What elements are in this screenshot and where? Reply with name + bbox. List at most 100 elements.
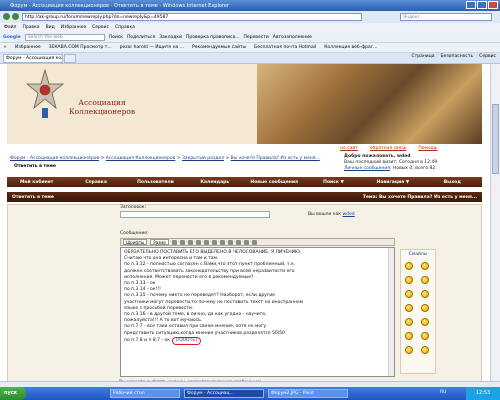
favorites-label[interactable]: Избранное (15, 45, 41, 50)
underline-icon[interactable] (195, 239, 201, 245)
menu-favorites[interactable]: Избранное (61, 25, 87, 30)
taskbar: пуск Рабочий стол Форум - Ассоциац... Фо… (0, 387, 500, 400)
align-left-icon[interactable] (203, 239, 209, 245)
menu-tools[interactable]: Сервис (92, 25, 109, 30)
nav-navigation[interactable]: Навигация ▼ (363, 180, 422, 185)
favorite-link[interactable]: pezar harold — Ищите на ... (120, 45, 184, 50)
google-translate-button[interactable]: Перевести (244, 35, 269, 40)
nav-search[interactable]: Поиск ▼ (304, 180, 363, 185)
smiley-icon[interactable] (405, 290, 413, 298)
back-icon[interactable] (3, 13, 10, 20)
forward-icon[interactable] (12, 13, 19, 20)
smiley-icon[interactable] (421, 318, 429, 326)
url-input[interactable]: http://ak-group.ru/forum/newreply.php?do… (22, 13, 362, 21)
google-search-button[interactable]: Поиск (109, 35, 123, 40)
new-tab-button[interactable] (64, 53, 76, 63)
smiley-icon[interactable] (405, 262, 413, 270)
google-autofill-button[interactable]: Автозаполнение (273, 35, 312, 40)
message-textarea[interactable]: ОБЯЗАТЕЛЬНО ПОСТАВИТЬ ЕГО ВЫДЕЛЕНО В ЧЕЛ… (120, 247, 395, 377)
textarea-scrollbar[interactable] (388, 248, 394, 376)
menu-help[interactable]: Справка (115, 25, 135, 30)
private-messages-link[interactable]: Личные сообщения (344, 166, 390, 171)
logo-title: Ассоциация Коллекционеров (68, 98, 136, 116)
nav-new-posts[interactable]: Новые сообщения (245, 180, 304, 185)
menu-edit[interactable]: Правка (22, 25, 39, 30)
thread-label: Тема: Вы хочете Правила? Из есть у меня.… (362, 194, 477, 200)
feedback-link[interactable]: обратная связь (370, 146, 406, 151)
nav-my-profile[interactable]: Мой кабинет (7, 180, 66, 185)
order-star-logo-icon (25, 68, 65, 118)
favorite-link[interactable]: Коллекция веб-фраг... (324, 45, 377, 50)
image-icon[interactable] (243, 239, 249, 245)
size-select[interactable]: Разме (150, 239, 169, 245)
breadcrumb-forum[interactable]: Форум - Ассоциация коллекционеров (10, 156, 99, 161)
smiley-icon[interactable] (405, 304, 413, 312)
maximize-button[interactable] (477, 1, 487, 9)
align-center-icon[interactable] (211, 239, 217, 245)
title-input[interactable] (120, 211, 270, 218)
smiley-icon[interactable] (421, 304, 429, 312)
nav-members[interactable]: Пользователи (126, 180, 185, 185)
breadcrumb-thread[interactable]: Вы хочете Правила? Из есть у меня... (231, 156, 320, 161)
favorite-link[interactable]: Бесплатная почта Hotmail (254, 45, 316, 50)
clock: 12:53 (466, 387, 500, 400)
scrollbar-thumb[interactable] (492, 104, 499, 174)
tab-bar: Форум - Ассоциация коллекционеров Страни… (0, 53, 500, 64)
list-icon[interactable] (227, 239, 233, 245)
tab-forum[interactable]: Форум - Ассоциация коллекционеров (3, 53, 63, 63)
start-button[interactable]: пуск (0, 387, 26, 400)
task-desktop[interactable]: Рабочий стол (110, 389, 180, 398)
quote-icon[interactable] (251, 239, 257, 245)
smiley-icon[interactable] (405, 276, 413, 284)
language-indicator[interactable]: RU (440, 390, 446, 395)
tools-menu[interactable]: Сервис (479, 54, 496, 59)
reply-form: Заголовок: Вы вошли как wded Сообщение: … (7, 204, 482, 387)
smiley-icon[interactable] (421, 346, 429, 354)
site-banner: Ассоциация Коллекционеров (7, 64, 482, 144)
page-menu[interactable]: Страница (411, 54, 434, 59)
to-site-link[interactable]: на сайт (340, 146, 358, 151)
google-share-button[interactable]: Поделиться (127, 35, 155, 40)
menu-file[interactable]: Файл (4, 25, 16, 30)
task-forum-window[interactable]: Форум - Ассоциац... (184, 389, 264, 398)
quote-close-tag: [/QUOTE] (171, 336, 201, 346)
link-icon[interactable] (235, 239, 241, 245)
smiley-icon[interactable] (421, 276, 429, 284)
logged-user-link[interactable]: wded (342, 212, 354, 217)
web-search-input[interactable]: Яндекс (400, 13, 492, 21)
nav-logout[interactable]: Выход (423, 180, 482, 185)
favorites-star-icon[interactable]: ★ (3, 45, 7, 50)
safety-menu[interactable]: Безопасность (441, 54, 474, 59)
favorite-link[interactable]: ЗЕКАВА.COM Просмотр т... (49, 45, 112, 50)
menu-view[interactable]: Вид (46, 25, 55, 30)
smiley-icon[interactable] (421, 262, 429, 270)
page-content: Ассоциация Коллекционеров на сайт обратн… (0, 64, 490, 387)
breadcrumb-association[interactable]: Ассоциация Коллекционеров (106, 156, 176, 161)
page-scrollbar[interactable] (490, 64, 500, 387)
task-paint[interactable]: Форум2.JPG - Paint (268, 389, 348, 398)
message-label: Сообщение: (120, 231, 149, 236)
help-link[interactable]: Помощь (418, 146, 437, 151)
minimize-button[interactable] (466, 1, 476, 9)
google-bookmarks-button[interactable]: Закладки (159, 35, 182, 40)
address-bar: http://ak-group.ru/forum/newreply.php?do… (0, 11, 500, 23)
favorite-link[interactable]: Рекомендуемые сайты (192, 45, 246, 50)
google-search-input[interactable]: Search the web (24, 33, 105, 41)
smiley-icon[interactable] (405, 332, 413, 340)
nav-calendar[interactable]: Календарь (185, 180, 244, 185)
smiley-icon[interactable] (405, 346, 413, 354)
color-icon[interactable] (171, 239, 177, 245)
breadcrumb-closed-section[interactable]: Закрытый раздел (182, 156, 224, 161)
bold-icon[interactable] (179, 239, 185, 245)
title-label: Заголовок: (120, 205, 147, 210)
font-select[interactable]: Шрифты (123, 239, 148, 245)
italic-icon[interactable] (187, 239, 193, 245)
align-right-icon[interactable] (219, 239, 225, 245)
smiley-icon[interactable] (421, 290, 429, 298)
nav-help[interactable]: Справка (66, 180, 125, 185)
google-spellcheck-button[interactable]: Проверка правописа... (186, 35, 240, 40)
close-button[interactable] (488, 1, 498, 9)
smiley-icon[interactable] (405, 318, 413, 326)
smiley-icon[interactable] (421, 332, 429, 340)
logo-area: Ассоциация Коллекционеров (7, 64, 257, 144)
